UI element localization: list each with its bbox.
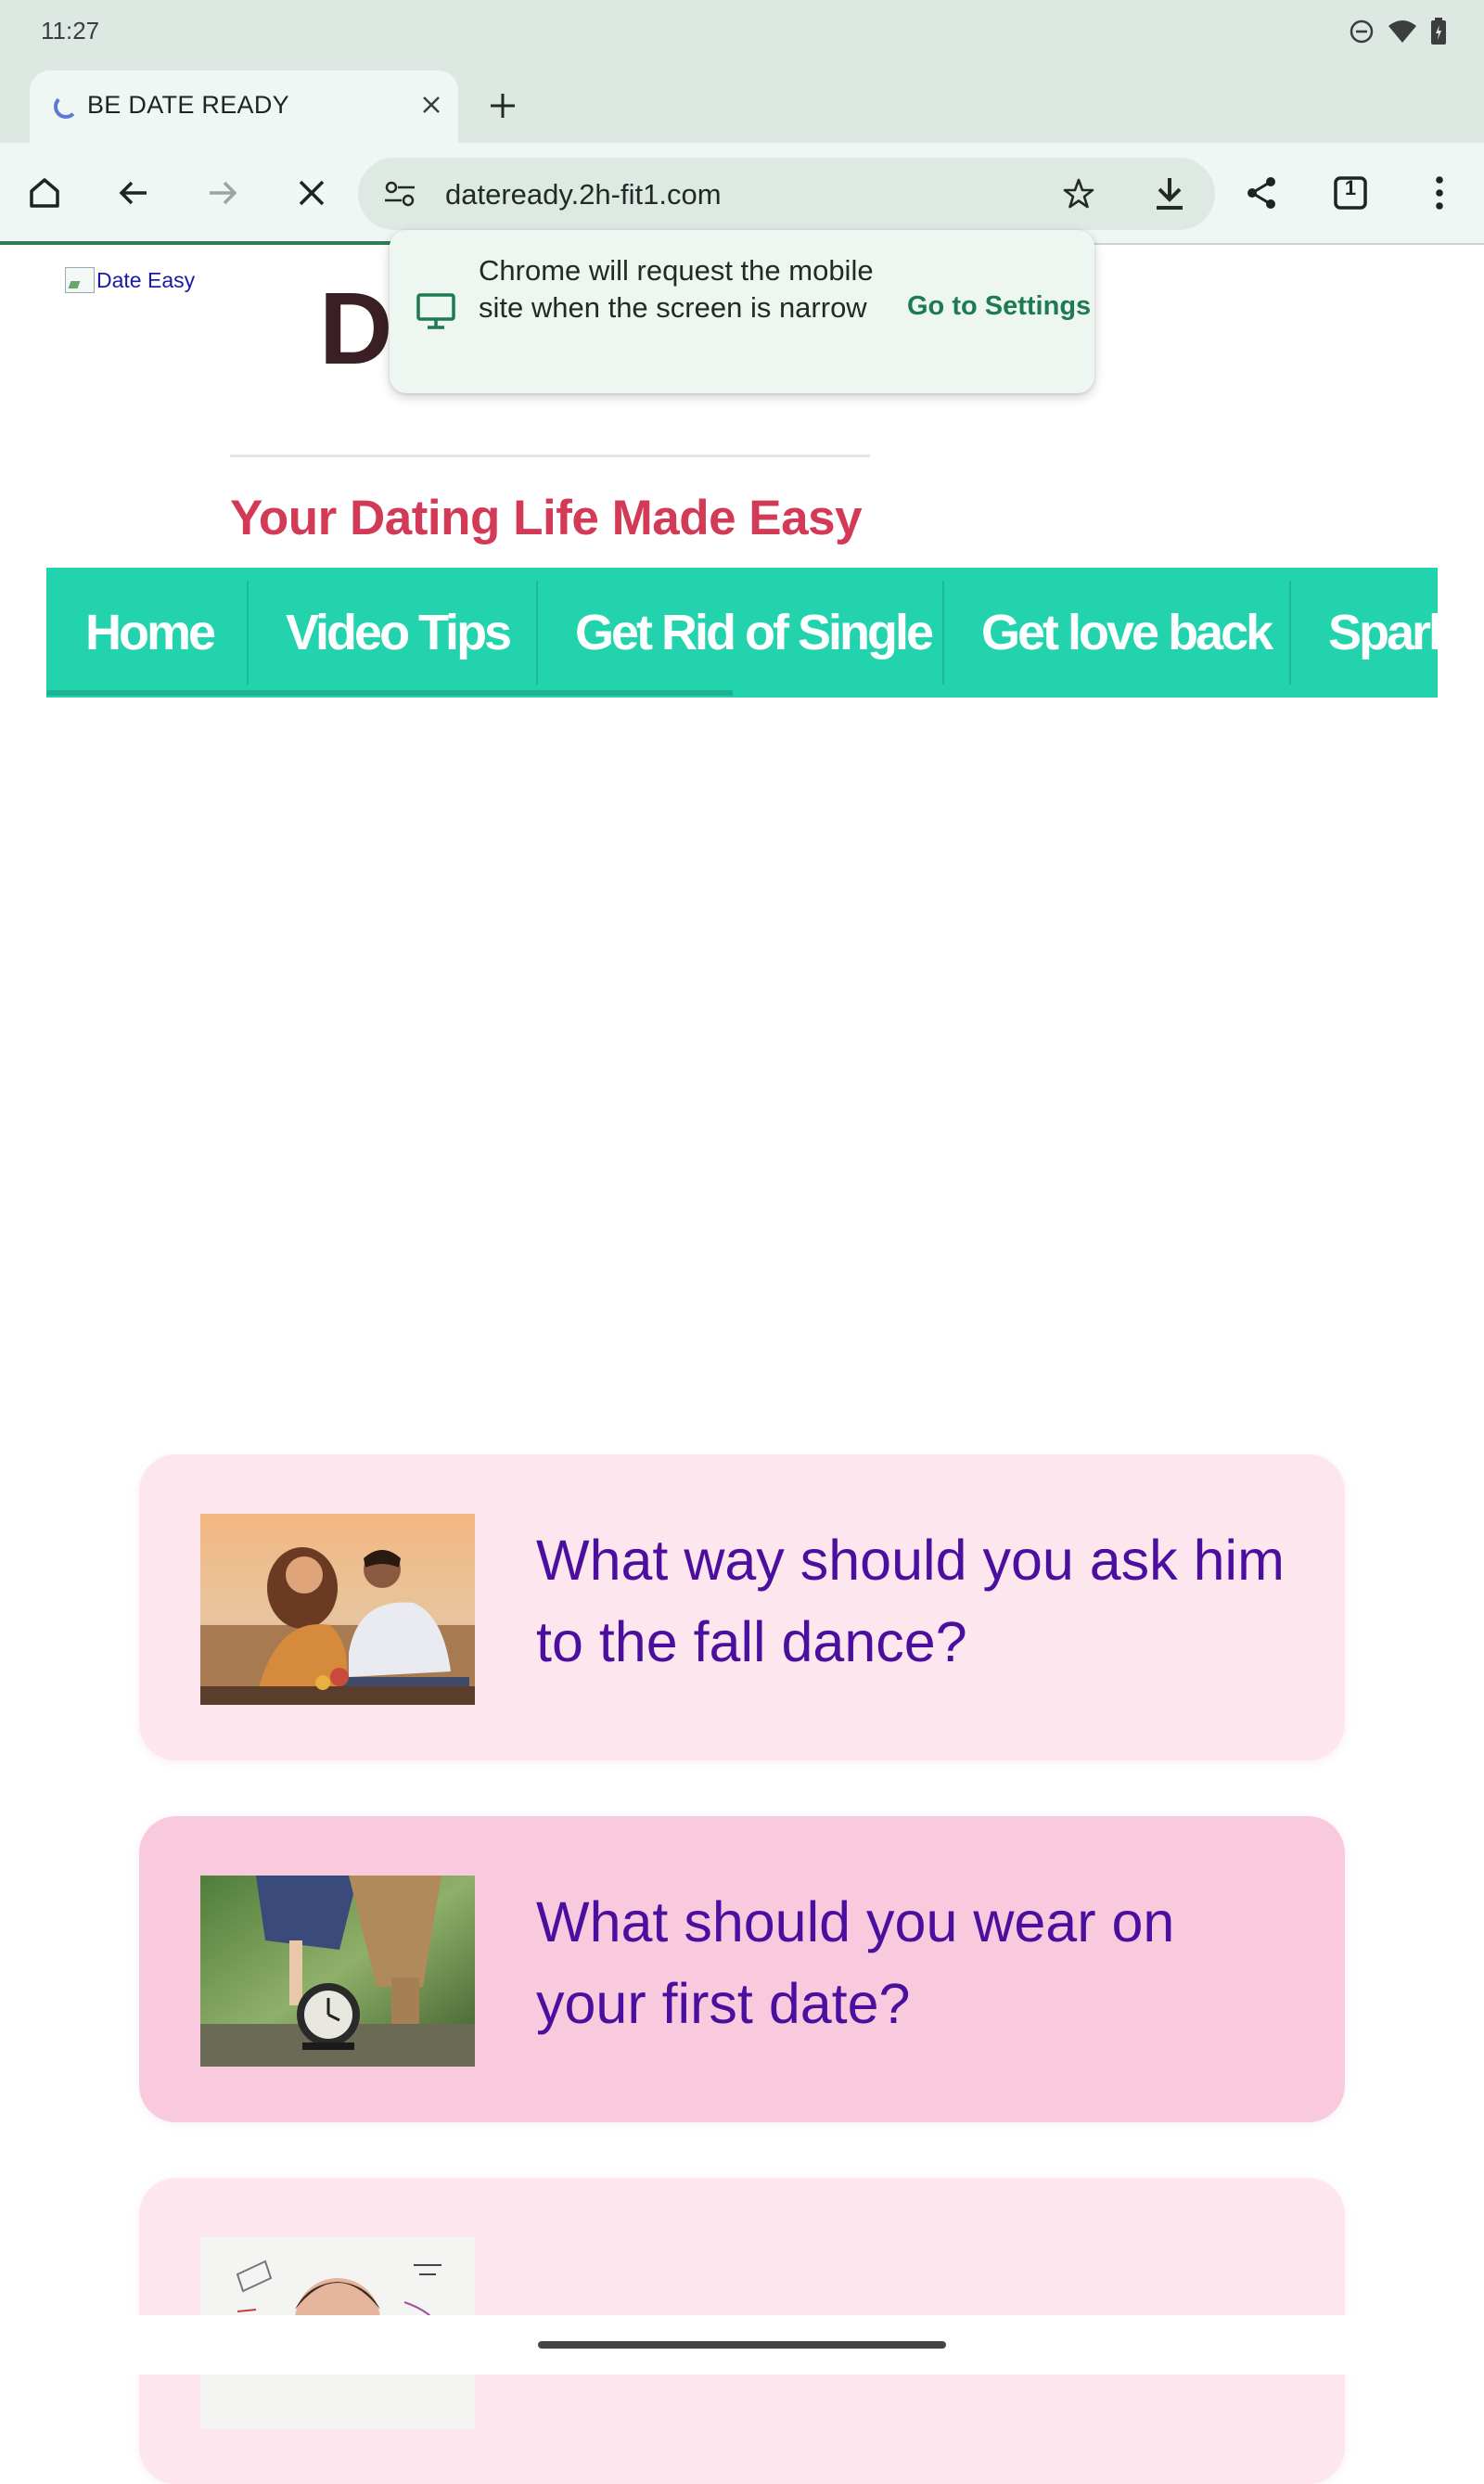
nav-item-get-love-back[interactable]: Get love back [981, 568, 1273, 698]
nav-item-spark[interactable]: Spark [1328, 568, 1438, 698]
nav-separator [942, 581, 944, 685]
article-thumbnail-clock-walking[interactable] [200, 1876, 475, 2067]
logo-alt-text: Date Easy [96, 267, 196, 292]
forward-button[interactable] [195, 165, 250, 221]
site-settings-icon [385, 181, 415, 207]
site-settings-button[interactable] [380, 174, 419, 213]
mobile-site-popup: Chrome will request the mobile site when… [390, 230, 1094, 393]
article-card[interactable]: What way should you ask him to the fall … [139, 1454, 1345, 1761]
gesture-home-indicator[interactable] [538, 2341, 946, 2349]
desktop-monitor-icon [412, 288, 460, 336]
battery-icon [1430, 17, 1447, 50]
main-navigation: Home Video Tips Get Rid of Single Get lo… [46, 568, 1438, 698]
tab-active[interactable]: BE DATE READY [30, 70, 458, 143]
stop-loading-button[interactable] [284, 165, 339, 221]
bookmark-star-icon [1063, 178, 1094, 209]
address-bar[interactable]: dateready.2h-fit1.com [358, 158, 1215, 230]
forward-icon [210, 181, 237, 205]
site-tagline: Your Dating Life Made Easy [230, 491, 863, 545]
nav-item-get-rid-of-single[interactable]: Get Rid of Single [575, 568, 934, 698]
bookmark-button[interactable] [1057, 173, 1100, 215]
nav-active-underline [46, 690, 733, 696]
more-menu-icon [1436, 176, 1443, 210]
nav-separator [247, 581, 249, 685]
site-logo-broken-image[interactable]: Date Easy [65, 267, 195, 293]
article-card[interactable]: What should you wear on your first date? [139, 1816, 1345, 2122]
nav-separator [1289, 581, 1291, 685]
plus-icon [491, 94, 515, 118]
tab-title: BE DATE READY [87, 91, 289, 119]
do-not-disturb-icon [1349, 19, 1375, 49]
back-button[interactable] [106, 165, 161, 221]
url-text[interactable]: dateready.2h-fit1.com [445, 178, 722, 211]
tab-count: 1 [1344, 176, 1357, 199]
share-icon [1247, 177, 1275, 209]
popup-message: Chrome will request the mobile site when… [479, 254, 874, 324]
home-icon [30, 178, 59, 208]
download-button[interactable] [1146, 171, 1193, 217]
close-icon [423, 96, 440, 113]
header-divider [230, 455, 870, 457]
article-thumbnail-couple-picnic[interactable] [200, 1514, 475, 1705]
wifi-icon [1388, 19, 1417, 49]
article-title[interactable]: What way should you ask him to the fall … [536, 1519, 1297, 1683]
go-to-settings-button[interactable]: Go to Settings [907, 291, 1091, 322]
stop-icon [299, 180, 325, 206]
loading-spinner-icon [54, 95, 78, 119]
share-button[interactable] [1234, 165, 1289, 221]
tab-switcher-button[interactable]: 1 [1323, 165, 1378, 221]
status-icons [1349, 17, 1447, 50]
nav-separator [536, 581, 538, 685]
status-time: 11:27 [41, 17, 100, 45]
download-icon [1157, 178, 1183, 210]
back-icon [119, 181, 147, 205]
site-title[interactable]: D [319, 278, 392, 380]
status-bar: 11:27 [0, 0, 1484, 67]
nav-item-video-tips[interactable]: Video Tips [286, 568, 512, 698]
home-button[interactable] [17, 165, 72, 221]
nav-item-home[interactable]: Home [85, 568, 216, 698]
browser-toolbar: dateready.2h-fit1.com 1 [0, 143, 1484, 243]
more-menu-button[interactable] [1412, 165, 1467, 221]
article-title[interactable]: What should you wear on your first date? [536, 1881, 1297, 2044]
broken-image-icon [65, 267, 95, 293]
tab-strip: BE DATE READY [0, 67, 1484, 143]
new-tab-button[interactable] [479, 82, 527, 130]
tab-close-button[interactable] [410, 83, 453, 126]
